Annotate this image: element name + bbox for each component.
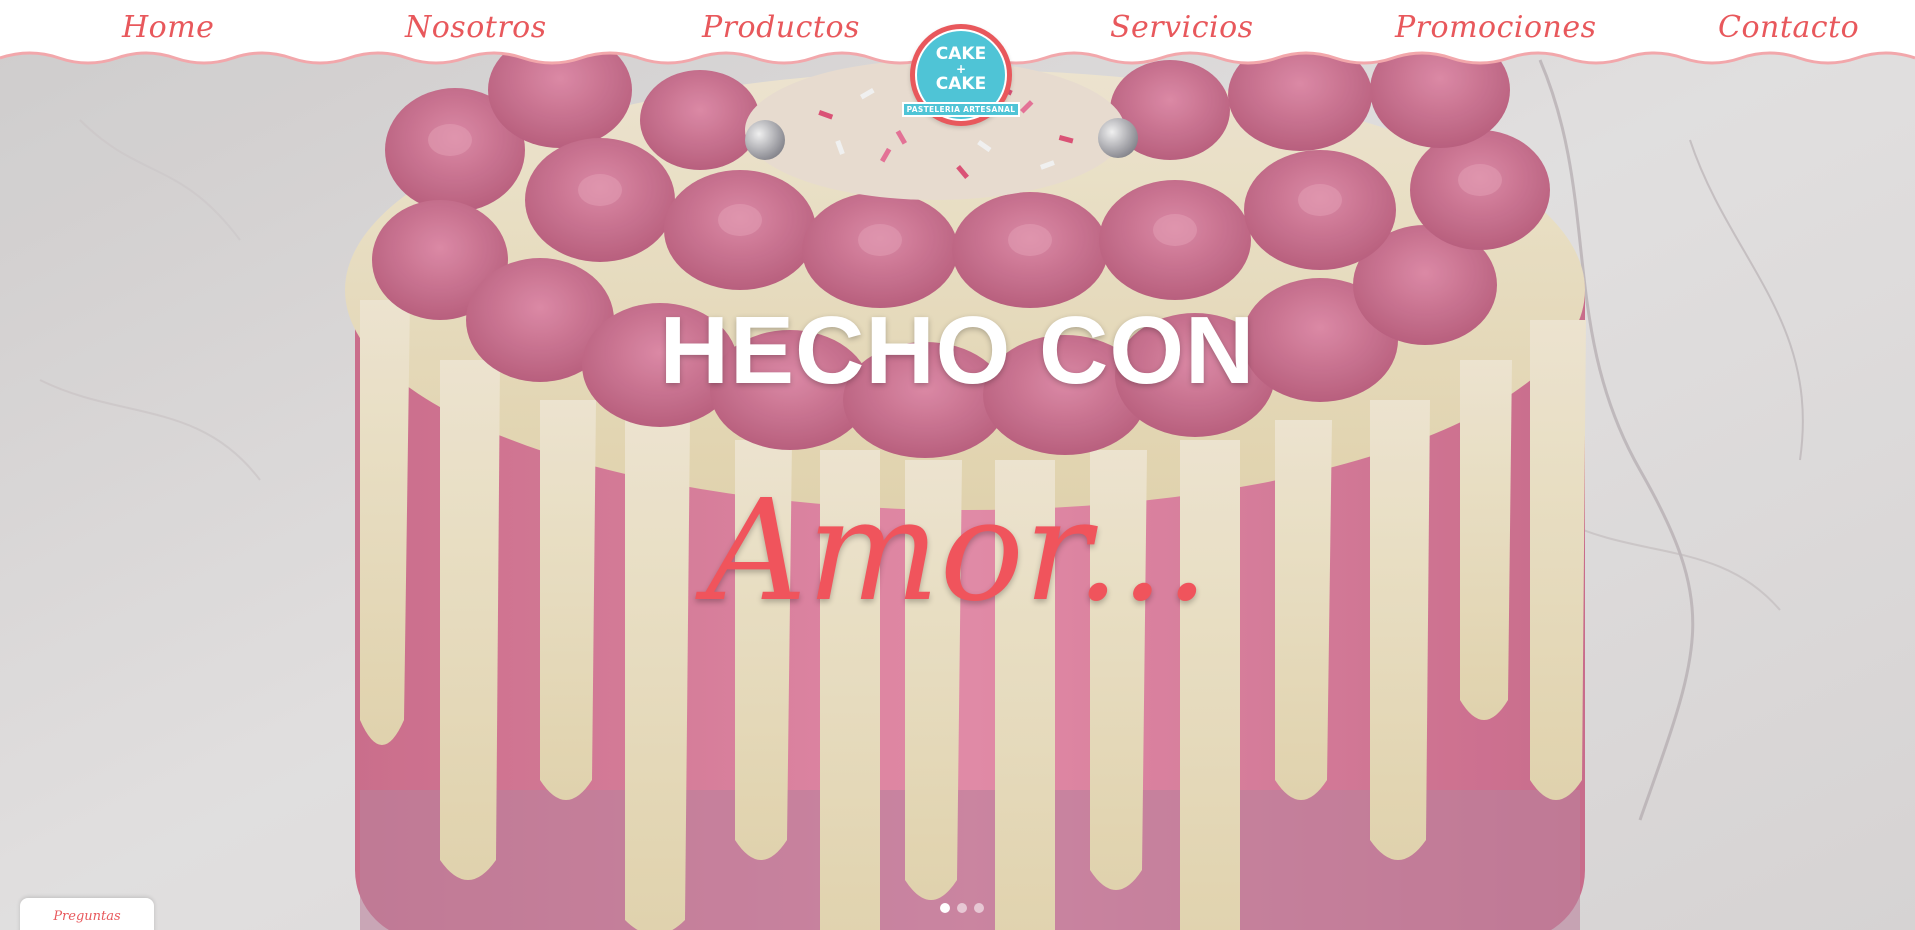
logo-text-line1: CAKE <box>935 44 987 64</box>
slider-pagination <box>940 903 984 913</box>
nav-item-promociones[interactable]: Promociones <box>1395 6 1597 50</box>
hero-headline: HECHO CON <box>659 297 1256 404</box>
cake-photo <box>0 0 1915 930</box>
slider-dot-3[interactable] <box>974 903 984 913</box>
nav-item-servicios[interactable]: Servicios <box>1110 6 1254 50</box>
nav-item-nosotros[interactable]: Nosotros <box>405 6 547 50</box>
hero-slide-image <box>0 0 1915 930</box>
nav-item-productos[interactable]: Productos <box>702 6 860 50</box>
faq-tab-button[interactable]: Preguntas Frecuentes <box>20 898 154 930</box>
hero-script-word: Amor... <box>705 470 1210 633</box>
slider-dot-1[interactable] <box>940 903 950 913</box>
logo-text-line2: CAKE <box>935 74 987 94</box>
nav-item-home[interactable]: Home <box>122 6 214 50</box>
nav-item-contacto[interactable]: Contacto <box>1718 6 1859 50</box>
slider-dot-2[interactable] <box>957 903 967 913</box>
logo-tagline-ribbon: PASTELERIA ARTESANAL <box>902 102 1020 117</box>
brand-logo[interactable]: CAKE + CAKE PASTELERIA ARTESANAL <box>900 24 1022 136</box>
